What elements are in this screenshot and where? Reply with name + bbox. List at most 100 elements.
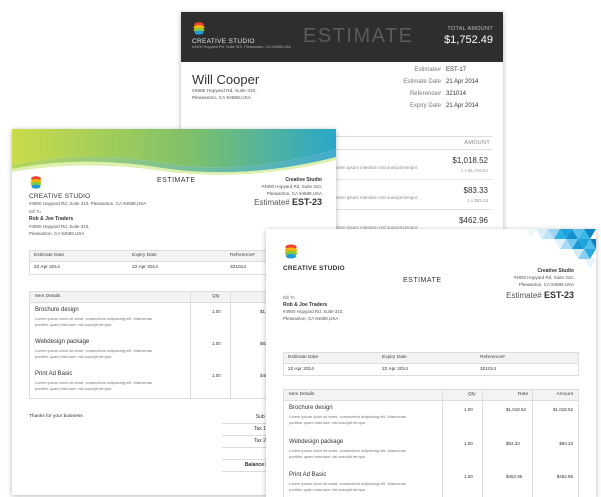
estimate-number-value: EST-23 [543,290,574,300]
company-address: #4900 Hopyard Rd, Suite 310, Pleasanton,… [192,45,291,49]
item-description: porttitor quam interdum nisl suscipit te… [289,454,367,459]
item-description: Lorem ipsum interdum nisl suscipit tempo… [333,195,419,200]
estimate-meta-table: Estimate Date Expiry Date Reference# 22 … [283,352,579,376]
meta-value: 321014 [230,265,247,270]
wave-header-graphic [12,129,336,175]
meta-label: Expiry Date [409,103,441,109]
meta-value: 22 Apr 2014 [382,367,408,372]
creative-studio-logo-icon [30,176,42,189]
meta-value: 321014 [446,91,467,97]
meta-estimate-date: Estimate Date 21 Apr 2014 [391,79,493,89]
creative-studio-logo-icon [193,22,205,35]
sender-company: Creative Studio [537,268,574,274]
meta-header: Expiry Date [382,355,407,360]
item-subline: 1 x $83.33 [466,198,488,203]
sender-address-line-1: #4900 Hopyard Rd, Suite 310, [513,275,574,280]
client-name: Rob & Joe Traders [29,216,74,222]
company-address: #4900 Hopyard Rd, Suite 310, Pleasanton,… [29,201,147,206]
bill-to-label: Bill To [283,295,295,300]
sender-address-line-1: #4900 Hopyard Rd, Suite 310, [261,184,322,189]
items-header-row: Item Details Qty Rate Amount [284,390,578,401]
meta-value: 22 Apr 2014 [132,265,158,270]
item-name: Print Ad Basic [289,472,327,478]
item-qty: 1.00 [464,441,473,446]
meta-label: Estimate# [414,67,441,73]
meta-header: Expiry Date [132,253,157,258]
total-amount-label: TOTAL AMOUNT [447,26,493,32]
meta-header: Reference# [230,253,255,258]
client-address-line-2: Pleasanton, CA 94588,USA [283,316,339,321]
meta-expiry-date: Expiry Date 21 Apr 2014 [391,103,493,113]
item-description: Lorem ipsum dolor sit amet, consectetur … [289,414,406,419]
item-name: Print Ad Basic [35,371,73,377]
item-name: Webdesign package [35,339,90,345]
column-header: Qty [468,392,476,397]
document-title: ESTIMATE [303,25,414,47]
item-name: Brochure design [35,307,79,313]
item-amount: $83.33 [463,186,488,195]
item-amount: $462.96 [556,474,573,479]
meta-label: Estimate Date [403,79,441,85]
meta-header: Estimate Date [288,355,319,360]
client-address-line-1: #4900 Hopyard Rd, Suite 310, [29,224,90,229]
document-title: ESTIMATE [403,277,442,284]
sender-company: Creative Studio [285,177,322,183]
item-name: Brochure design [289,405,333,411]
client-address-line-2: Pleasanton, CA 94588,USA [29,231,85,236]
item-qty: 1.00 [464,407,473,412]
meta-value: 22 Apr 2014 [288,367,314,372]
client-address-line-1: #4900 Hopyard Rd, Suite 310, [192,89,257,94]
item-rate: $462.96 [506,474,523,479]
meta-value: 321014 [480,367,497,372]
item-amount: $1,018.52 [552,407,573,412]
item-qty: 1.00 [212,341,221,346]
company-name: CREATIVE STUDIO [192,38,255,45]
item-description: porttitor quam interdum nisl suscipit te… [289,420,367,425]
item-description: Lorem ipsum dolor sit amet, consectetur … [35,348,152,353]
sender-address-line-2: Pleasanton, CA 94588,USA [518,282,574,287]
meta-header: Reference# [480,355,505,360]
item-qty: 1.00 [212,309,221,314]
estimate-number: Estimate# EST-23 [506,290,574,300]
item-qty: 1.00 [464,474,473,479]
company-name: CREATIVE STUDIO [29,193,91,200]
table-row: Brochure design Lorem ipsum dolor sit am… [284,403,578,435]
client-address-line-2: Pleasanton, CA 94588,USA [192,96,251,101]
thank-you-note: Thanks for your business [29,414,83,419]
item-name: Webdesign package [289,439,344,445]
item-description: Lorem ipsum dolor sit amet, consectetur … [289,481,406,486]
meta-value: 21 Apr 2014 [446,103,479,109]
column-header: Qty [212,294,220,299]
item-rate: $83.33 [506,441,520,446]
meta-header-row: Estimate Date Expiry Date Reference# [284,353,578,364]
meta-value: 21 Apr 2014 [446,79,479,85]
meta-value: 22 Apr 2014 [34,265,60,270]
meta-value: EST-17 [446,67,467,73]
item-description: porttitor quam interdum nisl suscipit te… [35,386,113,391]
estimate-number-label: Estimate# [254,198,290,207]
table-row: Webdesign package Lorem ipsum dolor sit … [284,437,578,469]
item-description: porttitor quam interdum nisl suscipit te… [289,487,367,492]
amount-column-header: AMOUNT [464,140,490,146]
items-table: Item Details Qty Rate Amount Brochure de… [283,389,579,497]
triangle-pattern-graphic [526,229,596,269]
estimate-sheet-triangles: CREATIVE STUDIO ESTIMATE Creative Studio… [266,229,596,497]
column-header: Item Details [35,294,61,299]
client-address-line-1: #4900 Hopyard Rd, Suite 310, [283,309,344,314]
creative-studio-logo-icon [284,244,298,259]
company-name: CREATIVE STUDIO [283,265,345,272]
item-amount: $1,018.52 [452,156,488,165]
client-name: Rob & Joe Traders [283,302,328,308]
meta-label: Reference# [409,91,441,97]
item-description: porttitor quam interdum nisl suscipit te… [35,354,113,359]
meta-header: Estimate Date [34,253,65,258]
document-title: ESTIMATE [157,177,196,184]
column-header: Amount [556,392,573,397]
bill-to-label: Bill To [29,209,41,214]
item-description: Lorem ipsum dolor sit amet, consectetur … [289,448,406,453]
item-qty: 1.00 [212,373,221,378]
estimate-number-value: EST-23 [291,197,322,207]
item-description: Lorem ipsum dolor sit amet, consectetur … [35,316,152,321]
client-name: Will Cooper [192,72,260,87]
column-header: Item Details [289,392,315,397]
